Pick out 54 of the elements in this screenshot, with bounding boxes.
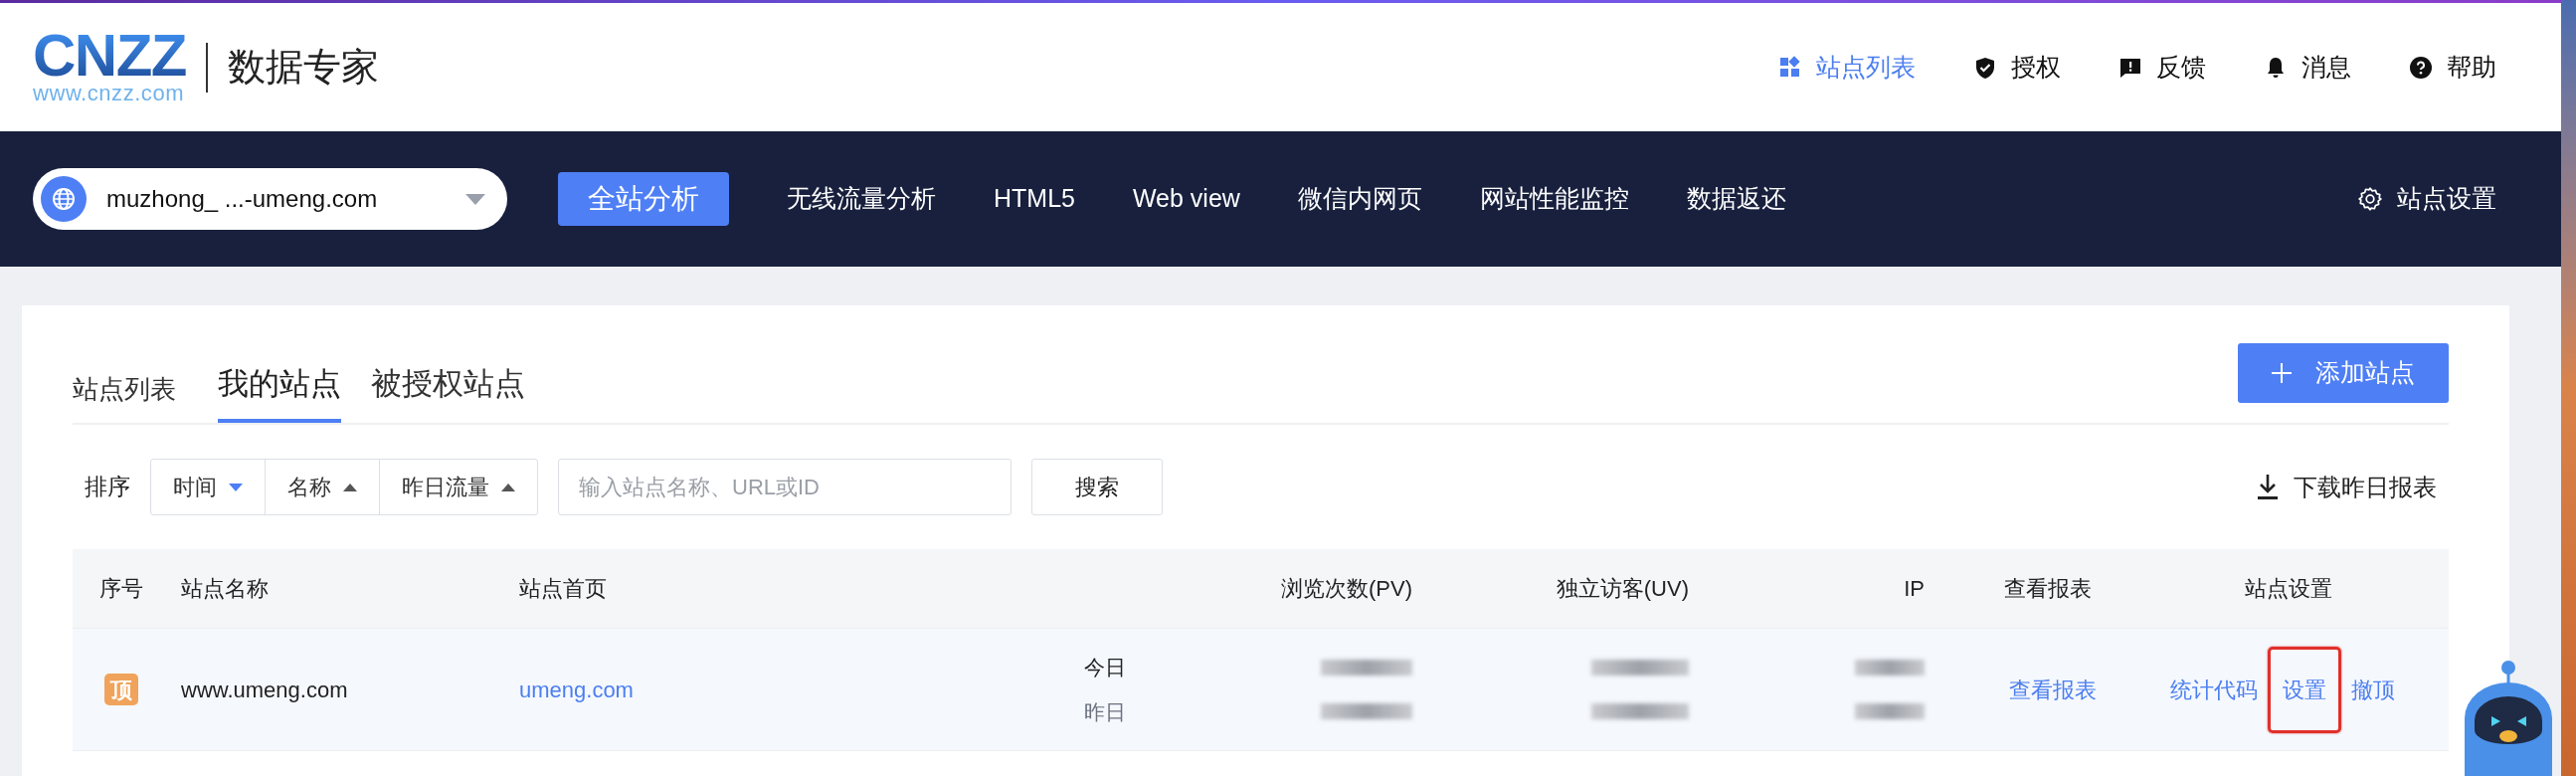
settings-icon — [2357, 186, 2383, 212]
column-header: 站点名称 — [181, 575, 269, 603]
action-link[interactable]: 撤顶 — [2347, 673, 2399, 706]
pinned-badge: 顶 — [104, 674, 138, 705]
period-label: 昨日 — [1084, 699, 1127, 725]
download-report-link[interactable]: 下载昨日报表 — [2258, 469, 2437, 505]
nav-tab[interactable]: 无线流量分析 — [787, 180, 936, 218]
column-header: 查看报表 — [2004, 575, 2092, 603]
product-title: 数据专家 — [227, 45, 379, 90]
download-icon — [2258, 474, 2278, 500]
sort-option[interactable]: 名称 — [265, 460, 379, 514]
tab[interactable]: 我的站点 — [218, 360, 341, 423]
sort-label: 排序 — [85, 473, 130, 502]
blurred-value — [1855, 660, 1925, 676]
site-selector[interactable]: muzhong_ ...-umeng.com — [33, 168, 507, 230]
column-header: IP — [1904, 575, 1925, 603]
header-link[interactable]: 消息 — [2264, 48, 2351, 87]
column-header: 浏览次数(PV) — [1281, 575, 1412, 603]
header-link[interactable]: 站点列表 — [1778, 48, 1916, 87]
search-field[interactable]: 输入站点名称、URL或ID — [558, 459, 1012, 515]
homepage-link[interactable]: umeng.com — [519, 673, 634, 706]
logo-url: www.cnzz.com — [33, 81, 186, 105]
add-site-button[interactable]: 添加站点 — [2238, 343, 2449, 403]
action-link[interactable]: 设置 — [2268, 646, 2341, 733]
plus-icon — [2272, 363, 2292, 383]
globe-icon — [41, 176, 87, 222]
column-header: 站点设置 — [2245, 575, 2332, 603]
header-link[interactable]: 授权 — [1973, 48, 2061, 87]
site-settings-link[interactable]: 站点设置 — [2357, 180, 2496, 218]
tab[interactable]: 被授权站点 — [371, 360, 525, 423]
help-icon — [2409, 55, 2433, 80]
shield-check-icon — [1973, 55, 1997, 80]
period-label: 今日 — [1084, 654, 1127, 680]
column-header: 站点首页 — [519, 575, 607, 603]
blurred-value — [1855, 703, 1925, 719]
apps-icon — [1778, 55, 1802, 80]
nav-tab[interactable]: 全站分析 — [558, 172, 729, 226]
sort-option[interactable]: 昨日流量 — [379, 460, 537, 514]
header-link[interactable]: 反馈 — [2118, 48, 2206, 87]
search-button[interactable]: 搜索 — [1031, 459, 1163, 515]
column-header: 序号 — [99, 575, 143, 603]
header-link[interactable]: 帮助 — [2409, 48, 2496, 87]
nav-tab[interactable]: 微信内网页 — [1297, 180, 1422, 218]
action-link[interactable]: 统计代码 — [2166, 673, 2262, 706]
column-header: 独立访客(UV) — [1556, 575, 1689, 603]
nav-tab[interactable]: 网站性能监控 — [1479, 180, 1629, 218]
caret-icon — [465, 193, 485, 205]
sort-option[interactable]: 时间 — [151, 460, 265, 514]
card-title: 站点列表 — [73, 373, 176, 406]
view-report-link[interactable]: 查看报表 — [2009, 673, 2097, 706]
nav-tab[interactable]: Web view — [1132, 180, 1240, 218]
nav-tab[interactable]: HTML5 — [994, 180, 1075, 218]
nav-tab[interactable]: 数据返还 — [1686, 180, 1786, 218]
site-name: www.umeng.com — [181, 676, 348, 704]
